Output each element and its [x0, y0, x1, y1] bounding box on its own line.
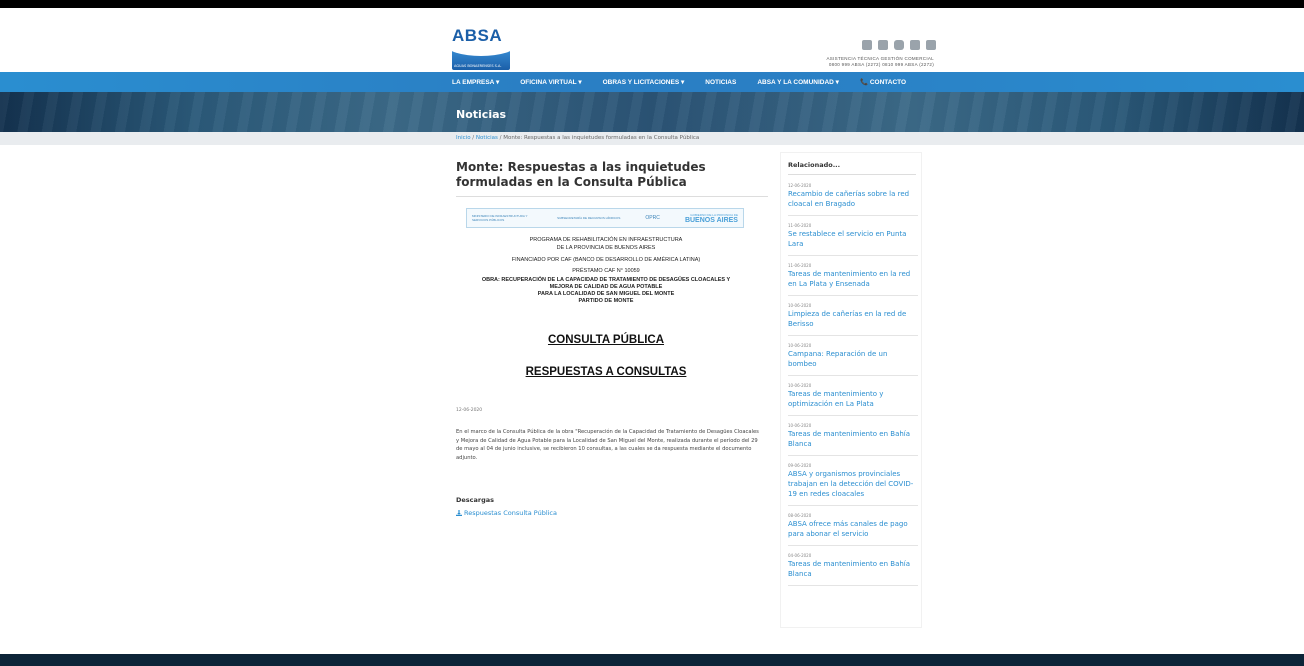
- doc-bold-1: OBRA: RECUPERACIÓN DE LA CAPACIDAD DE TR…: [481, 277, 731, 283]
- breadcrumb-home[interactable]: Inicio: [456, 135, 471, 141]
- related-title[interactable]: Campana: Reparación de un bombeo: [788, 349, 918, 369]
- doc-line-3: FINANCIADO POR CAF (BANCO DE DESARROLLO …: [511, 257, 701, 263]
- related-list: 12-06-2020 Recambio de cañerías sobre la …: [788, 183, 918, 593]
- logo-text: ABSA: [452, 26, 503, 45]
- page-title: Noticias: [456, 108, 507, 121]
- absa-logo[interactable]: ABSA AGUAS BONAERENSES S.A.: [452, 26, 510, 70]
- related-title[interactable]: Se restablece el servicio en Punta Lara: [788, 229, 918, 249]
- related-item[interactable]: 12-06-2020 Recambio de cañerías sobre la …: [788, 183, 918, 216]
- downloads-heading: Descargas: [456, 496, 495, 504]
- doc-text-block: PROGRAMA DE REHABILITACIÓN EN INFRAESTRU…: [456, 236, 756, 305]
- related-title[interactable]: Tareas de mantenimiento y optimización e…: [788, 389, 918, 409]
- related-title[interactable]: Limpieza de cañerías en la red de Beriss…: [788, 309, 918, 329]
- breadcrumb-noticias[interactable]: Noticias: [476, 135, 498, 141]
- contact-line-2: 0800 999 ABSA (2272) 0810 999 ABSA (2272…: [828, 62, 934, 67]
- nav-item-comunidad[interactable]: ABSA Y LA COMUNIDAD ▾: [757, 78, 839, 86]
- nav-item-oficina-virtual[interactable]: OFICINA VIRTUAL ▾: [520, 78, 581, 86]
- article-document-image: MINISTERIO DE INFRAESTRUCTURA Y SERVICIO…: [456, 204, 766, 402]
- breadcrumb-bar: Inicio / Noticias / Monte: Respuestas a …: [0, 132, 1304, 145]
- related-title[interactable]: Tareas de mantenimiento en la red en La …: [788, 269, 918, 289]
- doc-header-left: MINISTERIO DE INFRAESTRUCTURA Y SERVICIO…: [472, 214, 528, 222]
- related-item[interactable]: 10-06-2020 Limpieza de cañerías en la red…: [788, 303, 918, 336]
- article-date: 12-06-2020: [456, 408, 483, 413]
- article-title: Monte: Respuestas a las inquietudes form…: [456, 160, 706, 189]
- related-item[interactable]: 04-06-2020 Tareas de mantenimiento en Bah…: [788, 553, 918, 586]
- related-item[interactable]: 11-06-2020 Tareas de mantenimiento en la …: [788, 263, 918, 296]
- related-title[interactable]: Tareas de mantenimiento en Bahía Blanca: [788, 429, 918, 449]
- doc-header-banner: MINISTERIO DE INFRAESTRUCTURA Y SERVICIO…: [466, 208, 744, 228]
- youtube-icon[interactable]: [878, 40, 888, 50]
- doc-bold-3: PARA LA LOCALIDAD DE SAN MIGUEL DEL MONT…: [537, 291, 675, 297]
- doc-bold-2: MEJORA DE CALIDAD DE AGUA POTABLE: [549, 284, 663, 290]
- related-item[interactable]: 08-06-2020 ABSA ofrece más canales de pag…: [788, 513, 918, 546]
- doc-bold-4: PARTIDO DE MONTE: [578, 298, 634, 304]
- doc-heading-consulta: CONSULTA PÚBLICA: [547, 334, 665, 346]
- doc-line-1: PROGRAMA DE REHABILITACIÓN EN INFRAESTRU…: [529, 237, 683, 243]
- article-body: En el marco de la Consulta Pública de la…: [456, 429, 759, 461]
- top-black-bar: [0, 0, 1304, 8]
- related-item[interactable]: 10-06-2020 Tareas de mantenimiento y opti…: [788, 383, 918, 416]
- related-title[interactable]: ABSA ofrece más canales de pago para abo…: [788, 519, 918, 539]
- main-nav: LA EMPRESA ▾ OFICINA VIRTUAL ▾ OBRAS Y L…: [0, 72, 1304, 92]
- download-label: Respuestas Consulta Pública: [464, 509, 557, 517]
- related-title[interactable]: Recambio de cañerías sobre la red cloaca…: [788, 189, 918, 209]
- doc-header-mid: SUBSECRETARÍA DE RECURSOS HÍDRICOS: [557, 216, 621, 220]
- twitter-icon[interactable]: [910, 40, 920, 50]
- breadcrumb: Inicio / Noticias / Monte: Respuestas a …: [456, 135, 699, 141]
- nav-item-obras-licitaciones[interactable]: OBRAS Y LICITACIONES ▾: [603, 78, 685, 86]
- download-link[interactable]: Respuestas Consulta Pública: [456, 509, 557, 517]
- doc-line-4: PRÉSTAMO CAF N° 10059: [572, 268, 640, 274]
- hero-banner: Noticias: [0, 92, 1304, 132]
- related-item[interactable]: 10-06-2020 Tareas de mantenimiento en Bah…: [788, 423, 918, 456]
- logo-wave: AGUAS BONAERENSES S.A.: [452, 48, 510, 70]
- article-main: Monte: Respuestas a las inquietudes form…: [456, 160, 768, 517]
- nav-item-noticias[interactable]: NOTICIAS: [705, 79, 736, 86]
- related-title[interactable]: Tareas de mantenimiento en Bahía Blanca: [788, 559, 918, 579]
- contact-info: ASISTENCIA TÉCNICA GESTIÓN COMERCIAL 080…: [810, 55, 934, 69]
- social-links: [862, 40, 936, 50]
- site-footer: [0, 654, 1304, 666]
- breadcrumb-current: Monte: Respuestas a las inquietudes form…: [503, 135, 700, 141]
- related-item[interactable]: 11-06-2020 Se restablece el servicio en P…: [788, 223, 918, 256]
- download-icon: [456, 510, 462, 516]
- sidebar-divider: [788, 174, 916, 175]
- doc-line-2: DE LA PROVINCIA DE BUENOS AIRES: [556, 245, 656, 251]
- nav-item-contacto[interactable]: 📞 CONTACTO: [860, 78, 906, 86]
- title-divider: [456, 196, 768, 197]
- nav-item-la-empresa[interactable]: LA EMPRESA ▾: [452, 78, 499, 86]
- logo-subtext: AGUAS BONAERENSES S.A.: [454, 64, 502, 68]
- doc-header-mid2: OPRC: [645, 215, 660, 221]
- related-sidebar: Relacionado... 12-06-2020 Recambio de cañ…: [780, 152, 922, 628]
- facebook-icon[interactable]: [862, 40, 872, 50]
- related-item[interactable]: 10-06-2020 Campana: Reparación de un bomb…: [788, 343, 918, 376]
- instagram-icon[interactable]: [894, 40, 904, 50]
- doc-header-right: GOBIERNO DE LA PROVINCIA DE BUENOS AIRES: [685, 212, 738, 224]
- site-header: ABSA AGUAS BONAERENSES S.A. ASISTENCIA T…: [0, 8, 1304, 72]
- doc-header-right-main: BUENOS AIRES: [684, 217, 738, 224]
- linkedin-icon[interactable]: [926, 40, 936, 50]
- doc-heading-respuestas: RESPUESTAS A CONSULTAS: [525, 366, 687, 378]
- related-item[interactable]: 09-06-2020 ABSA y organismos provinciales…: [788, 463, 918, 506]
- related-title[interactable]: ABSA y organismos provinciales trabajan …: [788, 469, 918, 499]
- sidebar-heading: Relacionado...: [788, 161, 841, 169]
